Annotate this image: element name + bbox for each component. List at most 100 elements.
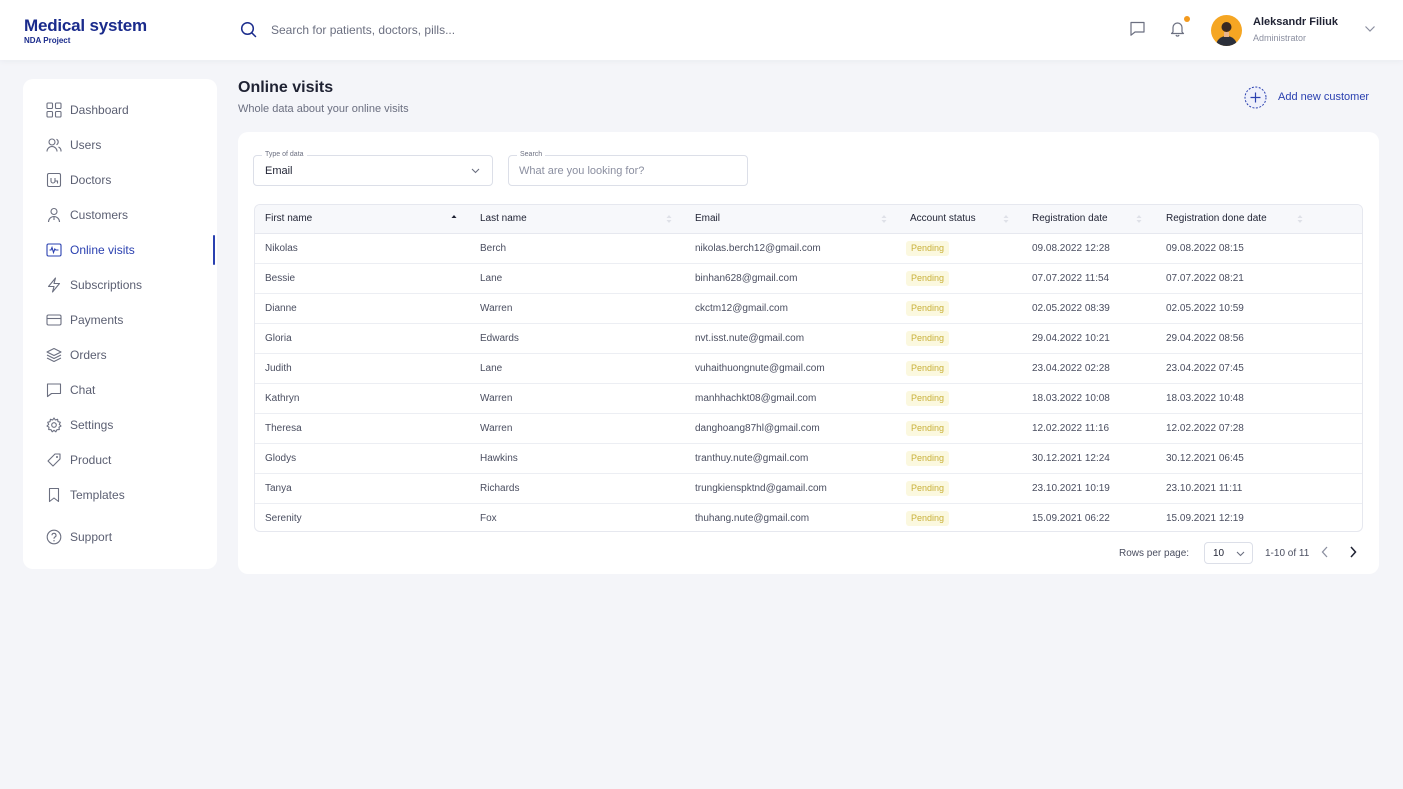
status-badge: Pending <box>906 481 950 496</box>
cell-first-name: Nikolas <box>265 243 298 254</box>
cell-email: binhan628@gmail.com <box>695 273 798 284</box>
column-first-name[interactable]: First name <box>265 213 312 224</box>
status-badge: Pending <box>906 391 950 406</box>
sort-icon[interactable] <box>1297 214 1303 224</box>
table-row[interactable]: Glodys Hawkins tranthuy.nute@gmail.com P… <box>255 444 1362 474</box>
table-row[interactable]: Nikolas Berch nikolas.berch12@gmail.com … <box>255 234 1362 264</box>
cell-email: vuhaithuongnute@gmail.com <box>695 363 825 374</box>
column-registration-date[interactable]: Registration date <box>1032 213 1108 224</box>
bell-icon[interactable] <box>1169 20 1186 37</box>
notification-dot <box>1184 16 1190 22</box>
table-row[interactable]: Theresa Warren danghoang87hl@gmail.com P… <box>255 414 1362 444</box>
table-row[interactable]: Bessie Lane binhan628@gmail.com Pending … <box>255 264 1362 294</box>
sidebar-item-label: Payments <box>70 313 124 327</box>
cell-email: manhhachkt08@gmail.com <box>695 393 817 404</box>
cell-last-name: Warren <box>480 423 513 434</box>
cell-email: danghoang87hl@gmail.com <box>695 423 820 434</box>
sidebar-item-label: Users <box>70 138 102 152</box>
column-email[interactable]: Email <box>695 213 720 224</box>
table-row[interactable]: Kathryn Warren manhhachkt08@gmail.com Pe… <box>255 384 1362 414</box>
column-account-status[interactable]: Account status <box>910 213 976 224</box>
sidebar-item-orders[interactable]: Orders <box>23 340 217 370</box>
message-icon[interactable] <box>1129 20 1146 37</box>
sidebar-item-online-visits[interactable]: Online visits <box>23 235 217 265</box>
search-icon <box>240 21 257 38</box>
column-last-name[interactable]: Last name <box>480 213 527 224</box>
table-row[interactable]: Dianne Warren ckctm12@gmail.com Pending … <box>255 294 1362 324</box>
table-row[interactable]: Gloria Edwards nvt.isst.nute@gmail.com P… <box>255 324 1362 354</box>
table-row[interactable]: Tanya Richards trungkienspktnd@gamail.co… <box>255 474 1362 504</box>
cell-last-name: Edwards <box>480 333 519 344</box>
cell-registration-done-date: 30.12.2021 06:45 <box>1166 453 1244 464</box>
sort-asc-icon[interactable] <box>451 214 457 224</box>
status-badge: Pending <box>906 241 950 256</box>
table-row[interactable]: Serenity Fox thuhang.nute@gmail.com Pend… <box>255 504 1362 531</box>
cell-last-name: Warren <box>480 393 513 404</box>
cell-registration-date: 02.05.2022 08:39 <box>1032 303 1110 314</box>
global-search-input[interactable] <box>264 18 664 42</box>
field-label: Search <box>517 150 546 160</box>
status-badge: Pending <box>906 301 950 316</box>
sidebar-item-product[interactable]: Product <box>23 445 217 475</box>
sidebar-item-label: Doctors <box>70 173 112 187</box>
rows-per-page-select[interactable]: 10 <box>1204 542 1253 564</box>
sidebar-item-dashboard[interactable]: Dashboard <box>23 95 217 125</box>
online-visits-icon <box>46 242 62 258</box>
sort-icon[interactable] <box>1136 214 1142 224</box>
cell-last-name: Richards <box>480 483 520 494</box>
type-of-data-select[interactable]: Type of data Email <box>253 150 493 186</box>
cell-email: nvt.isst.nute@gmail.com <box>695 333 805 344</box>
status-badge: Pending <box>906 331 950 346</box>
add-customer-label: Add new customer <box>1278 91 1370 103</box>
sidebar: Dashboard Users Doctors Customers Online… <box>23 79 217 569</box>
cell-email: tranthuy.nute@gmail.com <box>695 453 809 464</box>
cell-registration-date: 18.03.2022 10:08 <box>1032 393 1110 404</box>
layers-icon <box>46 347 62 363</box>
sidebar-item-label: Settings <box>70 418 114 432</box>
sort-icon[interactable] <box>666 214 672 224</box>
cell-last-name: Fox <box>480 513 497 524</box>
table-row[interactable]: Judith Lane vuhaithuongnute@gmail.com Pe… <box>255 354 1362 384</box>
sidebar-item-chat[interactable]: Chat <box>23 375 217 405</box>
cell-registration-done-date: 18.03.2022 10:48 <box>1166 393 1244 404</box>
top-header: Medical system NDA Project Aleksandr Fil… <box>0 0 1403 60</box>
cell-first-name: Serenity <box>265 513 302 524</box>
cell-last-name: Hawkins <box>480 453 518 464</box>
sidebar-item-customers[interactable]: Customers <box>23 200 217 230</box>
cell-registration-done-date: 15.09.2021 12:19 <box>1166 513 1244 524</box>
cell-first-name: Judith <box>265 363 292 374</box>
cell-first-name: Dianne <box>265 303 297 314</box>
sidebar-item-templates[interactable]: Templates <box>23 480 217 510</box>
pagination-range: 1-10 of 11 <box>1265 548 1310 559</box>
cell-registration-date: 09.08.2022 12:28 <box>1032 243 1110 254</box>
page-title: Online visits <box>238 79 334 96</box>
sort-icon[interactable] <box>881 214 887 224</box>
cell-first-name: Kathryn <box>265 393 300 404</box>
chevron-down-icon[interactable] <box>1364 25 1376 33</box>
avatar[interactable] <box>1211 15 1242 46</box>
sort-icon[interactable] <box>1003 214 1009 224</box>
sidebar-item-payments[interactable]: Payments <box>23 305 217 335</box>
sidebar-item-subscriptions[interactable]: Subscriptions <box>23 270 217 300</box>
sidebar-item-doctors[interactable]: Doctors <box>23 165 217 195</box>
sidebar-item-users[interactable]: Users <box>23 130 217 160</box>
chevron-left-icon[interactable] <box>1320 545 1330 559</box>
table-search-field[interactable]: Search <box>508 150 748 186</box>
cell-first-name: Glodys <box>265 453 297 464</box>
visits-table: First name Last name Email Account statu… <box>254 204 1363 532</box>
cell-registration-done-date: 29.04.2022 08:56 <box>1166 333 1244 344</box>
logo[interactable]: Medical system NDA Project <box>24 16 147 46</box>
tag-icon <box>46 452 62 468</box>
chevron-down-icon <box>1236 551 1245 557</box>
select-value: Email <box>265 165 293 177</box>
table-search-input[interactable] <box>519 163 739 179</box>
column-registration-done-date[interactable]: Registration done date <box>1166 213 1267 224</box>
status-badge: Pending <box>906 511 950 526</box>
cell-last-name: Warren <box>480 303 513 314</box>
sidebar-item-label: Templates <box>70 488 125 502</box>
cell-registration-done-date: 23.10.2021 11:11 <box>1166 483 1243 494</box>
chevron-right-icon[interactable] <box>1348 545 1358 559</box>
sidebar-item-support[interactable]: Support <box>23 522 217 552</box>
cell-registration-date: 29.04.2022 10:21 <box>1032 333 1110 344</box>
sidebar-item-settings[interactable]: Settings <box>23 410 217 440</box>
